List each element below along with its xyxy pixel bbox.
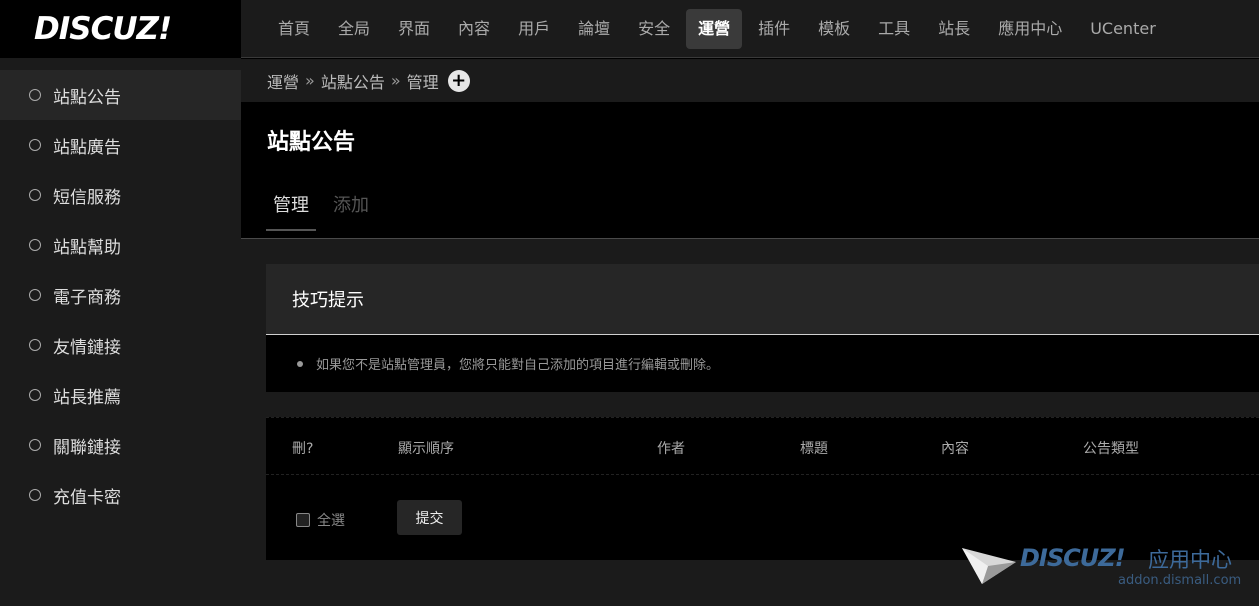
watermark-app-center: 应用中心 — [1148, 548, 1232, 572]
page-header: 站點公告 管理 添加 — [241, 102, 1259, 239]
sidebar-item-label: 短信服務 — [53, 187, 121, 208]
sidebar-item-label: 站點廣告 — [53, 137, 121, 158]
sidebar-item-label: 站長推薦 — [53, 387, 121, 408]
breadcrumb-separator: » — [390, 71, 401, 90]
nav-webmaster[interactable]: 站長 — [926, 9, 982, 49]
add-shortcut-plus-icon[interactable]: + — [447, 69, 470, 92]
circle-icon — [29, 439, 41, 451]
nav-users[interactable]: 用戶 — [506, 9, 562, 49]
nav-ucenter[interactable]: UCenter — [1078, 9, 1168, 49]
nav-forum[interactable]: 論壇 — [566, 9, 622, 49]
nav-content[interactable]: 內容 — [446, 9, 502, 49]
sidebar-item-rechargecards[interactable]: 充值卡密 — [0, 470, 241, 520]
circle-icon — [29, 189, 41, 201]
circle-icon — [29, 289, 41, 301]
top-nav: 首頁 全局 界面 內容 用戶 論壇 安全 運營 插件 模板 工具 站長 應用中心… — [241, 0, 1259, 58]
sidebar-item-label: 站點公告 — [53, 87, 121, 108]
announcement-table: 刪? 顯示順序 作者 標題 內容 公告類型 全選 提交 — [266, 417, 1259, 560]
sidebar-item-sms[interactable]: 短信服務 — [0, 170, 241, 220]
nav-operations[interactable]: 運營 — [686, 8, 743, 49]
breadcrumb: 運營 » 站點公告 » 管理 + — [241, 59, 1259, 102]
breadcrumb-operations[interactable]: 運營 — [267, 69, 299, 93]
nav-templates[interactable]: 模板 — [806, 9, 862, 49]
column-display-order: 顯示順序 — [398, 441, 454, 457]
breadcrumb-manage: 管理 — [406, 72, 439, 92]
tab-add[interactable]: 添加 — [326, 186, 376, 231]
sidebar-item-label: 電子商務 — [53, 287, 121, 308]
select-all[interactable]: 全選 — [296, 510, 345, 530]
column-content: 內容 — [941, 441, 969, 457]
select-all-checkbox[interactable] — [296, 513, 310, 527]
tips-body: 如果您不是站點管理員，您將只能對自己添加的項目進行編輯或刪除。 — [266, 335, 1259, 392]
nav-global[interactable]: 全局 — [326, 9, 382, 49]
main-content: 站點公告 管理 添加 技巧提示 如果您不是站點管理員，您將只能對自己添加的項目進… — [241, 102, 1259, 606]
logo-area: DISCUZ! — [0, 0, 241, 58]
column-author: 作者 — [657, 441, 685, 457]
watermark-url: addon.dismall.com — [1118, 573, 1242, 588]
watermark: DISCUZ! 应用中心 addon.dismall.com — [960, 542, 1250, 602]
sidebar-menu: 站點公告 站點廣告 短信服務 站點幫助 電子商務 友情鏈接 站長推薦 關聯鏈接 — [0, 70, 241, 520]
sidebar-item-relatedlinks[interactable]: 關聯鏈接 — [0, 420, 241, 470]
paper-plane-icon — [962, 548, 1016, 584]
nav-tools[interactable]: 工具 — [866, 9, 922, 49]
sidebar-item-help[interactable]: 站點幫助 — [0, 220, 241, 270]
sidebar-item-ads[interactable]: 站點廣告 — [0, 120, 241, 170]
circle-icon — [29, 389, 41, 401]
nav-plugins[interactable]: 插件 — [746, 9, 802, 49]
sidebar-item-ecommerce[interactable]: 電子商務 — [0, 270, 241, 320]
tips-text: 如果您不是站點管理員，您將只能對自己添加的項目進行編輯或刪除。 — [316, 358, 720, 373]
sidebar-item-label: 友情鏈接 — [53, 337, 121, 358]
column-announcement-type: 公告類型 — [1083, 441, 1139, 457]
sidebar-item-friendlinks[interactable]: 友情鏈接 — [0, 320, 241, 370]
breadcrumb-announcement[interactable]: 站點公告 — [321, 69, 385, 93]
circle-icon — [29, 489, 41, 501]
tab-bar: 管理 添加 — [266, 186, 386, 231]
tips-title: 技巧提示 — [266, 264, 1259, 335]
circle-icon — [29, 89, 41, 101]
page-title: 站點公告 — [267, 130, 356, 155]
watermark-brand: DISCUZ! — [1020, 544, 1126, 572]
nav-app-center[interactable]: 應用中心 — [986, 9, 1074, 49]
sidebar-item-recommend[interactable]: 站長推薦 — [0, 370, 241, 420]
submit-button[interactable]: 提交 — [397, 500, 462, 535]
nav-security[interactable]: 安全 — [626, 9, 682, 49]
tab-manage[interactable]: 管理 — [266, 186, 316, 231]
discuz-logo[interactable]: DISCUZ! — [34, 11, 172, 47]
sidebar: DISCUZ! 站點公告 站點廣告 短信服務 站點幫助 電子商務 友情鏈接 站長… — [0, 0, 241, 606]
column-title: 標題 — [800, 441, 828, 457]
sidebar-item-label: 關聯鏈接 — [53, 437, 121, 458]
sidebar-item-label: 充值卡密 — [53, 487, 121, 508]
tips-panel: 技巧提示 如果您不是站點管理員，您將只能對自己添加的項目進行編輯或刪除。 — [266, 264, 1259, 392]
column-delete: 刪? — [292, 441, 314, 457]
circle-icon — [29, 239, 41, 251]
table-header: 刪? 顯示順序 作者 標題 內容 公告類型 — [266, 417, 1259, 475]
circle-icon — [29, 339, 41, 351]
nav-home[interactable]: 首頁 — [266, 9, 322, 49]
sidebar-item-announcement[interactable]: 站點公告 — [0, 70, 241, 120]
breadcrumb-separator: » — [305, 71, 315, 90]
circle-icon — [29, 139, 41, 151]
select-all-label: 全選 — [317, 513, 345, 529]
sidebar-item-label: 站點幫助 — [53, 237, 121, 258]
nav-interface[interactable]: 界面 — [386, 9, 442, 49]
bullet-icon — [297, 360, 303, 367]
